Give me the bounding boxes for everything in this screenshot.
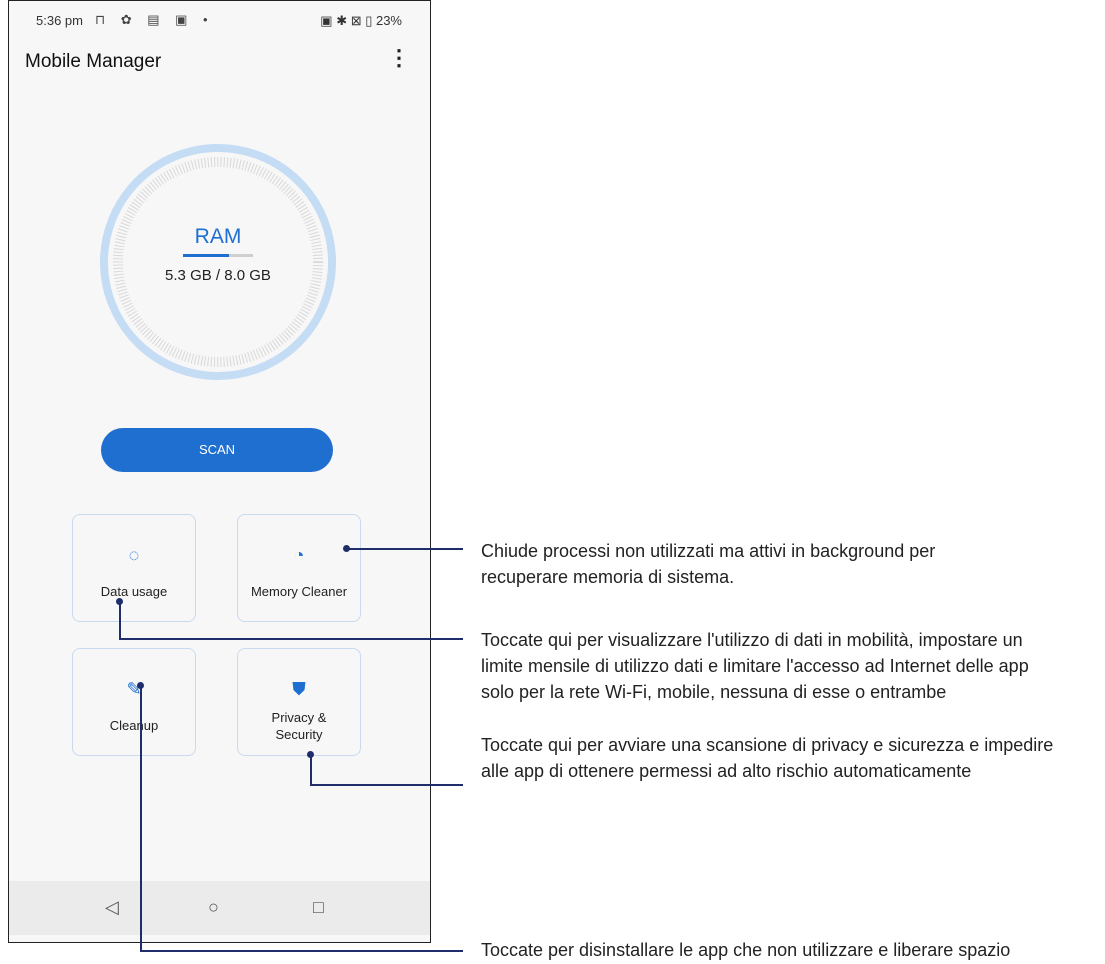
recents-icon[interactable]: □ (313, 897, 324, 918)
privacy-callout-line2: alle app di ottenere permessi ad alto ri… (481, 761, 972, 781)
ram-label: RAM (194, 225, 242, 248)
tile-label: Memory Cleaner (250, 584, 348, 599)
scan-button[interactable]: SCAN (101, 428, 333, 472)
privacy-callout-line-h (310, 784, 463, 786)
navigation-bar: ◁ ○ □ (9, 881, 430, 935)
data-usage-icon: ◌ (128, 545, 140, 565)
privacy-callout-line1: Toccate qui per avviare una scansione di… (481, 735, 1054, 755)
privacy-callout: Toccate qui per avviare una scansione di… (481, 732, 1053, 784)
tile-label: Privacy & Security (238, 709, 360, 743)
overflow-menu-icon[interactable]: ⋮ (388, 47, 410, 69)
tile-label: Data usage (100, 584, 168, 599)
privacy-callout-line-v (310, 754, 312, 785)
data-callout-line-h (119, 638, 463, 640)
data-callout-line-v (119, 601, 121, 639)
tile-label-line2: Security (275, 727, 323, 742)
data-callout-line3: solo per la rete Wi-Fi, mobile, nessuna … (481, 682, 947, 702)
data-callout: Toccate qui per visualizzare l'utilizzo … (481, 627, 1029, 705)
memory-callout-line1: Chiude processi non utilizzati ma attivi… (481, 541, 936, 561)
broom-icon: ✎ (126, 679, 142, 699)
tile-privacy-security[interactable]: ⛊ Privacy & Security (237, 648, 361, 756)
phone-screen: 5:36 pm ⊓ ✿ ▤ ▣ • ▣ ✱ ⊠ ▯ 23% Mobile Man… (8, 0, 431, 943)
cleanup-callout-line1: Toccate per disinstallare le app che non… (481, 940, 1011, 960)
memory-callout-line2: recuperare memoria di sistema. (481, 567, 735, 587)
tile-cleanup[interactable]: ✎ Cleanup (72, 648, 196, 756)
data-callout-line1: Toccate qui per visualizzare l'utilizzo … (481, 630, 1023, 650)
ram-gauge-ring (100, 144, 336, 380)
shield-icon: ⛊ (292, 679, 306, 699)
ram-value: 5.3 GB / 8.0 GB (165, 267, 271, 284)
ram-usage-fill (183, 254, 230, 257)
notification-icons: ⊓ ✿ ▤ ▣ • (95, 12, 214, 27)
data-callout-line2: limite mensile di utilizzo dati e limita… (481, 656, 1029, 676)
tile-data-usage[interactable]: ◌ Data usage (72, 514, 196, 622)
cleanup-callout: Toccate per disinstallare le app che non… (481, 937, 1010, 963)
cleanup-callout-line-v (140, 685, 142, 951)
ram-gauge[interactable]: RAM 5.3 GB / 8.0 GB (99, 143, 337, 381)
tile-label: Cleanup (109, 718, 159, 733)
cleanup-callout-line-h (140, 950, 463, 952)
memory-callout: Chiude processi non utilizzati ma attivi… (481, 538, 935, 590)
ram-usage-bar (183, 254, 253, 257)
status-time: 5:36 pm (36, 13, 83, 28)
app-title: Mobile Manager (25, 51, 162, 72)
home-icon[interactable]: ○ (208, 897, 219, 918)
status-bar: 5:36 pm ⊓ ✿ ▤ ▣ • ▣ ✱ ⊠ ▯ 23% (9, 1, 430, 37)
system-status-icons: ▣ ✱ ⊠ ▯ 23% (320, 13, 402, 28)
tile-memory-cleaner[interactable]: ◔ Memory Cleaner (237, 514, 361, 622)
back-icon[interactable]: ◁ (105, 897, 119, 918)
tile-label-line1: Privacy & (271, 710, 327, 725)
speedometer-icon: ◔ (293, 545, 305, 565)
memory-callout-line (347, 548, 463, 550)
